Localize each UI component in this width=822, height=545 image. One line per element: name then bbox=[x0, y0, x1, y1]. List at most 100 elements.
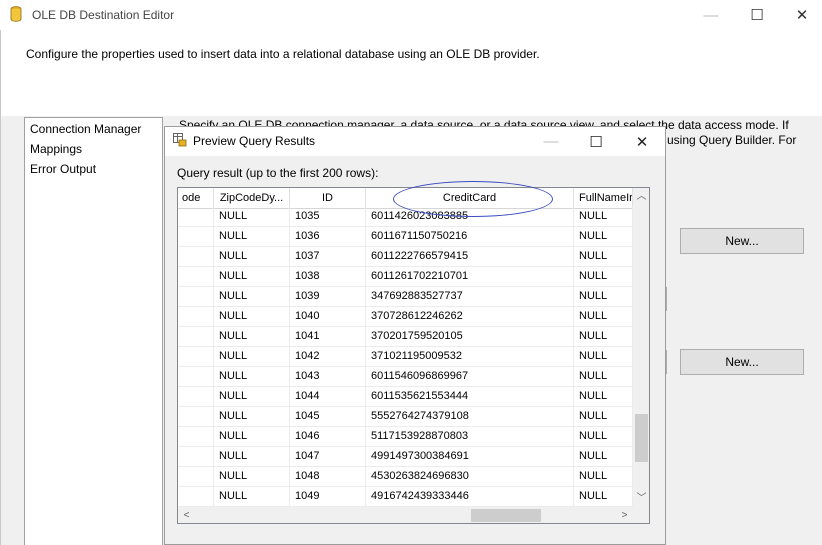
cell-creditcard: 5552764274379108 bbox=[366, 407, 574, 427]
cell-fullname: NULL bbox=[574, 407, 633, 427]
column-header-zipcode-partial[interactable]: ode bbox=[178, 188, 214, 209]
table-row[interactable]: NULL 1040 370728612246262 NULL bbox=[178, 307, 633, 327]
cell-id: 1035 bbox=[290, 207, 366, 227]
editor-description: Configure the properties used to insert … bbox=[26, 47, 540, 61]
cell-zipcode-partial bbox=[178, 267, 214, 287]
horizontal-scroll-thumb[interactable] bbox=[471, 509, 541, 522]
nav-item-mappings[interactable]: Mappings bbox=[30, 142, 82, 156]
table-row[interactable]: NULL 1043 6011546096869967 NULL bbox=[178, 367, 633, 387]
cell-fullname: NULL bbox=[574, 367, 633, 387]
vertical-scroll-thumb[interactable] bbox=[635, 414, 648, 462]
table-row[interactable]: NULL 1045 5552764274379108 NULL bbox=[178, 407, 633, 427]
cell-creditcard: 6011535621553444 bbox=[366, 387, 574, 407]
cell-zipcodedy: NULL bbox=[214, 267, 290, 287]
query-results-grid[interactable]: ode ZipCodeDy... ID CreditCard FullNameI… bbox=[177, 187, 650, 524]
table-row[interactable]: NULL 1038 6011261702210701 NULL bbox=[178, 267, 633, 287]
scroll-right-arrow-icon[interactable]: > bbox=[616, 507, 633, 523]
new-connection-button[interactable]: New... bbox=[680, 228, 804, 254]
dialog-maximize-button[interactable]: ☐ bbox=[574, 127, 618, 156]
cell-zipcodedy: NULL bbox=[214, 427, 290, 447]
cell-fullname: NULL bbox=[574, 427, 633, 447]
main-close-button[interactable]: ✕ bbox=[779, 0, 822, 30]
table-row[interactable]: NULL 1046 5117153928870803 NULL bbox=[178, 427, 633, 447]
cell-id: 1039 bbox=[290, 287, 366, 307]
header-band bbox=[0, 30, 822, 116]
cell-creditcard: 6011546096869967 bbox=[366, 367, 574, 387]
cell-creditcard: 370201759520105 bbox=[366, 327, 574, 347]
table-row[interactable]: NULL 1048 4530263824696830 NULL bbox=[178, 467, 633, 487]
cell-id: 1037 bbox=[290, 247, 366, 267]
cell-zipcode-partial bbox=[178, 447, 214, 467]
table-row[interactable]: NULL 1047 4991497300384691 NULL bbox=[178, 447, 633, 467]
nav-item-connection-manager[interactable]: Connection Manager bbox=[30, 122, 141, 136]
cell-creditcard: 347692883527737 bbox=[366, 287, 574, 307]
table-row[interactable]: NULL 1044 6011535621553444 NULL bbox=[178, 387, 633, 407]
cell-zipcode-partial bbox=[178, 247, 214, 267]
column-header-id[interactable]: ID bbox=[290, 188, 366, 209]
cell-creditcard: 371021195009532 bbox=[366, 347, 574, 367]
cell-zipcodedy: NULL bbox=[214, 407, 290, 427]
cell-creditcard: 370728612246262 bbox=[366, 307, 574, 327]
cell-zipcode-partial bbox=[178, 307, 214, 327]
scroll-down-arrow-icon[interactable]: ﹀ bbox=[633, 490, 649, 507]
cell-fullname: NULL bbox=[574, 387, 633, 407]
cell-fullname: NULL bbox=[574, 487, 633, 507]
cell-fullname: NULL bbox=[574, 347, 633, 367]
cell-fullname: NULL bbox=[574, 227, 633, 247]
cell-creditcard: 4991497300384691 bbox=[366, 447, 574, 467]
cell-zipcodedy: NULL bbox=[214, 227, 290, 247]
main-minimize-button[interactable]: — bbox=[688, 0, 734, 30]
query-result-label: Query result (up to the first 200 rows): bbox=[177, 166, 379, 180]
vertical-scrollbar[interactable]: ︿ ﹀ bbox=[633, 188, 649, 507]
minimize-icon: — bbox=[543, 133, 559, 150]
database-icon bbox=[10, 6, 22, 22]
nav-item-error-output[interactable]: Error Output bbox=[30, 162, 96, 176]
cell-id: 1036 bbox=[290, 227, 366, 247]
main-window-title: OLE DB Destination Editor bbox=[32, 8, 175, 22]
cell-zipcode-partial bbox=[178, 367, 214, 387]
main-maximize-button[interactable]: ☐ bbox=[734, 0, 780, 30]
column-header-fullname[interactable]: FullNameIr bbox=[574, 188, 633, 209]
instructions-text-continued: using Query Builder. For bbox=[667, 133, 797, 147]
cell-creditcard: 4530263824696830 bbox=[366, 467, 574, 487]
table-row[interactable]: NULL 1036 6011671150750216 NULL bbox=[178, 227, 633, 247]
cell-zipcodedy: NULL bbox=[214, 347, 290, 367]
cell-fullname: NULL bbox=[574, 267, 633, 287]
cell-creditcard: 6011222766579415 bbox=[366, 247, 574, 267]
close-icon: ✕ bbox=[795, 7, 809, 24]
scroll-up-arrow-icon[interactable]: ︿ bbox=[633, 188, 649, 205]
cell-zipcode-partial bbox=[178, 207, 214, 227]
horizontal-scrollbar[interactable]: < > bbox=[178, 507, 633, 523]
cell-zipcodedy: NULL bbox=[214, 247, 290, 267]
cell-id: 1049 bbox=[290, 487, 366, 507]
cell-zipcodedy: NULL bbox=[214, 207, 290, 227]
cell-zipcode-partial bbox=[178, 327, 214, 347]
dialog-minimize-button[interactable]: — bbox=[529, 127, 573, 156]
window-border bbox=[0, 30, 1, 545]
cell-zipcodedy: NULL bbox=[214, 307, 290, 327]
cell-zipcode-partial bbox=[178, 287, 214, 307]
new-table-button[interactable]: New... bbox=[680, 349, 804, 375]
side-nav: Connection Manager Mappings Error Output bbox=[24, 117, 163, 545]
column-header-creditcard[interactable]: CreditCard bbox=[366, 188, 574, 209]
column-header-zipcodedy[interactable]: ZipCodeDy... bbox=[214, 188, 290, 209]
table-row[interactable]: NULL 1049 4916742439333446 NULL bbox=[178, 487, 633, 507]
dialog-title: Preview Query Results bbox=[193, 134, 316, 148]
cell-zipcode-partial bbox=[178, 347, 214, 367]
table-row[interactable]: NULL 1035 6011426023083885 NULL bbox=[178, 207, 633, 227]
cell-id: 1042 bbox=[290, 347, 366, 367]
dialog-close-button[interactable]: ✕ bbox=[620, 127, 664, 156]
table-row[interactable]: NULL 1039 347692883527737 NULL bbox=[178, 287, 633, 307]
table-row[interactable]: NULL 1041 370201759520105 NULL bbox=[178, 327, 633, 347]
cell-zipcodedy: NULL bbox=[214, 467, 290, 487]
cell-zipcodedy: NULL bbox=[214, 327, 290, 347]
scroll-left-arrow-icon[interactable]: < bbox=[178, 507, 195, 523]
maximize-icon: ☐ bbox=[589, 133, 603, 151]
cell-id: 1043 bbox=[290, 367, 366, 387]
cell-id: 1048 bbox=[290, 467, 366, 487]
main-title-bar: OLE DB Destination Editor — ☐ ✕ bbox=[0, 0, 822, 30]
cell-zipcode-partial bbox=[178, 227, 214, 247]
table-row[interactable]: NULL 1037 6011222766579415 NULL bbox=[178, 247, 633, 267]
scrollbar-corner bbox=[633, 507, 649, 523]
table-row[interactable]: NULL 1042 371021195009532 NULL bbox=[178, 347, 633, 367]
